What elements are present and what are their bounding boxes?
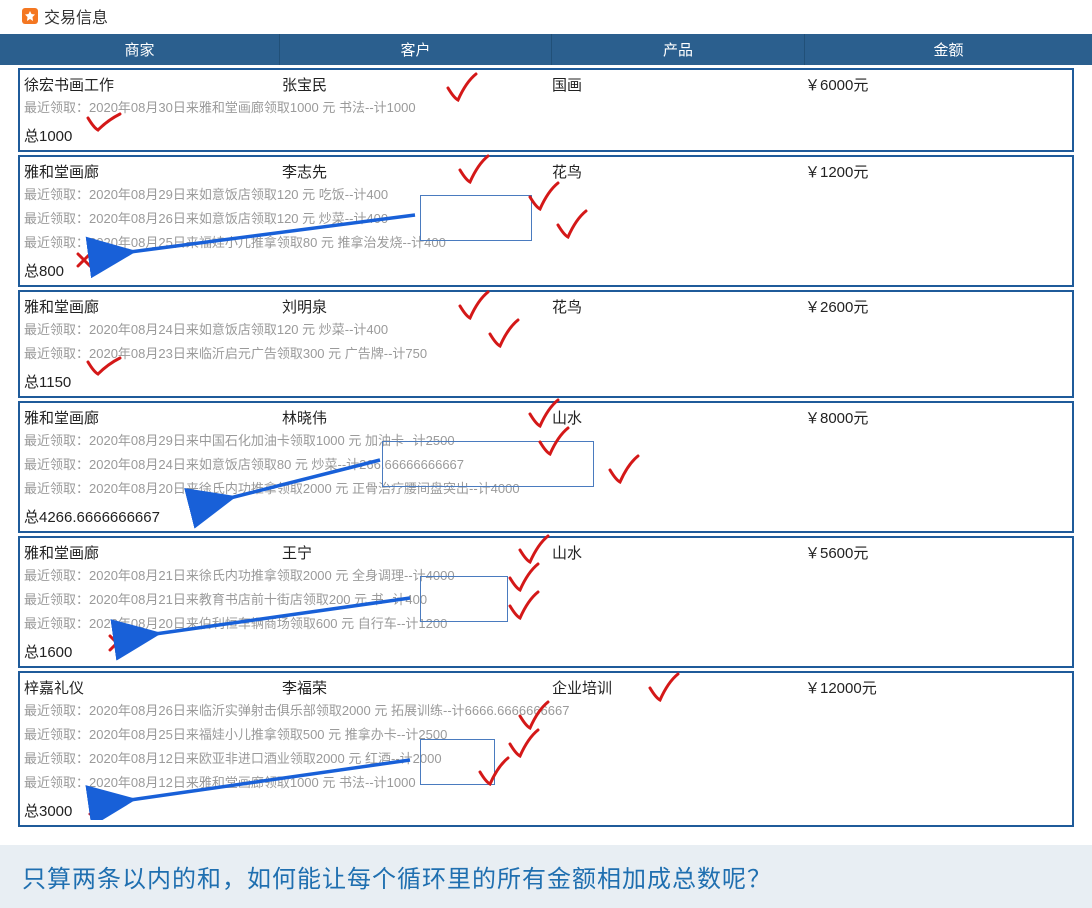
merchant: 雅和堂画廊 — [24, 407, 282, 428]
product: 企业培训 — [552, 677, 805, 698]
record-5: 梓嘉礼仪 李福荣 企业培训 ￥12000元 最近领取：2020年08月26日来临… — [18, 671, 1074, 827]
product: 花鸟 — [552, 296, 805, 317]
merchant: 雅和堂画廊 — [24, 296, 282, 317]
record-2: 雅和堂画廊 刘明泉 花鸟 ￥2600元 最近领取：2020年08月24日来如意饭… — [18, 290, 1074, 398]
amount: ￥5600元 — [805, 542, 1066, 563]
total: 总800 — [24, 260, 1066, 281]
detail-line: 最近领取：2020年08月25日来福娃小儿推拿领取80 元 推拿治发烧--计40… — [24, 232, 1066, 254]
customer: 王宁 — [282, 542, 552, 563]
product: 国画 — [552, 74, 805, 95]
total: 总1600 — [24, 641, 1066, 662]
detail-line: 最近领取：2020年08月26日来如意饭店领取120 元 炒菜--计400 — [24, 208, 1066, 230]
col-customer: 客户 — [280, 34, 552, 65]
detail-line: 最近领取：2020年08月25日来福娃小儿推拿领取500 元 推拿办卡--计25… — [24, 724, 1066, 746]
detail-line: 最近领取：2020年08月21日来徐氏内功推拿领取2000 元 全身调理--计4… — [24, 565, 1066, 587]
col-product: 产品 — [552, 34, 805, 65]
amount: ￥6000元 — [805, 74, 1066, 95]
detail-line: 最近领取：2020年08月20日来徐氏内功推拿领取2000 元 正骨治疗腰间盘突… — [24, 478, 1066, 500]
customer: 林晓伟 — [282, 407, 552, 428]
merchant: 梓嘉礼仪 — [24, 677, 282, 698]
detail-line: 最近领取：2020年08月29日来如意饭店领取120 元 吃饭--计400 — [24, 184, 1066, 206]
detail-line: 最近领取：2020年08月12日来雅和堂画廊领取1000 元 书法--计1000 — [24, 772, 1066, 794]
detail-line: 最近领取：2020年08月24日来如意饭店领取80 元 炒菜--计266.666… — [24, 454, 1066, 476]
amount: ￥1200元 — [805, 161, 1066, 182]
detail-line: 最近领取：2020年08月23日来临沂启元广告领取300 元 广告牌--计750 — [24, 343, 1066, 365]
col-merchant: 商家 — [0, 34, 280, 65]
merchant: 徐宏书画工作 — [24, 74, 282, 95]
table-header: 商家 客户 产品 金额 — [0, 34, 1092, 65]
total: 总4266.6666666667 — [24, 506, 1066, 527]
record-3: 雅和堂画廊 林晓伟 山水 ￥8000元 最近领取：2020年08月29日来中国石… — [18, 401, 1074, 533]
detail-line: 最近领取：2020年08月12日来欧亚非进口酒业领取2000 元 红酒--计20… — [24, 748, 1066, 770]
detail-line: 最近领取：2020年08月30日来雅和堂画廊领取1000 元 书法--计1000 — [24, 97, 1066, 119]
question-text: 只算两条以内的和，如何能让每个循环里的所有金额相加成总数呢？ — [0, 845, 1092, 908]
detail-line: 最近领取：2020年08月26日来临沂实弹射击俱乐部领取2000 元 拓展训练-… — [24, 700, 1066, 722]
product: 花鸟 — [552, 161, 805, 182]
merchant: 雅和堂画廊 — [24, 542, 282, 563]
amount: ￥2600元 — [805, 296, 1066, 317]
merchant: 雅和堂画廊 — [24, 161, 282, 182]
total: 总1000 — [24, 125, 1066, 146]
detail-line: 最近领取：2020年08月21日来教育书店前十街店领取200 元 书--计400 — [24, 589, 1066, 611]
amount: ￥8000元 — [805, 407, 1066, 428]
detail-line: 最近领取：2020年08月29日来中国石化加油卡领取1000 元 加油卡--计2… — [24, 430, 1066, 452]
record-0: 徐宏书画工作 张宝民 国画 ￥6000元 最近领取：2020年08月30日来雅和… — [18, 68, 1074, 152]
detail-line: 最近领取：2020年08月20日来伯利恒车辆商场领取600 元 自行车--计12… — [24, 613, 1066, 635]
page-title: 交易信息 — [44, 4, 108, 28]
customer: 李福荣 — [282, 677, 552, 698]
record-4: 雅和堂画廊 王宁 山水 ￥5600元 最近领取：2020年08月21日来徐氏内功… — [18, 536, 1074, 668]
page-title-row: 交易信息 — [0, 0, 1092, 34]
product: 山水 — [552, 407, 805, 428]
total: 总3000 — [24, 800, 1066, 821]
total: 总1150 — [24, 371, 1066, 392]
customer: 张宝民 — [282, 74, 552, 95]
customer: 李志先 — [282, 161, 552, 182]
records-container: 徐宏书画工作 张宝民 国画 ￥6000元 最近领取：2020年08月30日来雅和… — [0, 68, 1092, 835]
detail-line: 最近领取：2020年08月24日来如意饭店领取120 元 炒菜--计400 — [24, 319, 1066, 341]
customer: 刘明泉 — [282, 296, 552, 317]
product: 山水 — [552, 542, 805, 563]
col-amount: 金额 — [805, 34, 1092, 65]
transaction-icon — [22, 8, 38, 24]
amount: ￥12000元 — [805, 677, 1066, 698]
record-1: 雅和堂画廊 李志先 花鸟 ￥1200元 最近领取：2020年08月29日来如意饭… — [18, 155, 1074, 287]
